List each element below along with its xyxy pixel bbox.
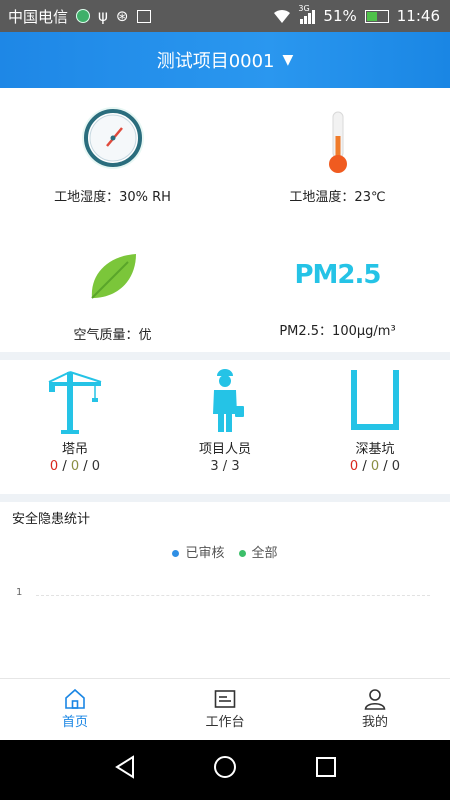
pm25-card: PM2.5 PM2.5：100μg/m³ [225,244,450,339]
tower-crane-label: 塔吊 [61,442,88,457]
project-personnel-counts: 3 / 3 [210,459,240,474]
chart-legend: 已审核 全部 [0,542,450,561]
tab-home[interactable]: 首页 [0,679,150,741]
humidity-card: 工地湿度：30% RH [0,102,225,205]
tower-crane-card[interactable]: 塔吊 0 / 0 / 0 [0,368,150,474]
chart-gridline [36,595,430,596]
home-icon [65,688,85,709]
tower-crane-icon [48,371,102,434]
safety-hazard-chart: 安全隐患统计 已审核 全部 1 [0,502,450,678]
image-icon [136,9,151,23]
signal-icon: 3G [298,4,316,24]
tab-mine[interactable]: 我的 [300,679,450,741]
divider [0,352,450,360]
air-quality-card: 空气质量：优 [0,244,225,343]
humidity-label: 工地湿度：30% RH [54,190,171,205]
temperature-label: 工地温度：23℃ [289,190,386,205]
leaf-icon [90,254,136,299]
deep-pit-label: 深基坑 [355,442,395,457]
equipment-panel: 塔吊 0 / 0 / 0 项目人员 3 / 3 深基坑 0 / 0 / 0 [0,360,450,494]
thermometer-icon [328,111,347,173]
temperature-card: 工地温度：23℃ [225,102,450,205]
project-title: 测试项目0001 [156,51,275,72]
system-navigation-bar [0,740,450,800]
chart-title: 安全隐患统计 [12,512,91,527]
workbench-icon [214,690,236,708]
battery-icon [364,9,389,23]
project-personnel-card[interactable]: 项目人员 3 / 3 [150,368,300,474]
tab-workbench[interactable]: 工作台 [150,679,300,741]
tower-crane-counts: 0 / 0 / 0 [49,459,101,474]
tab-workbench-label: 工作台 [205,715,245,730]
environment-panel: 工地湿度：30% RH 工地温度：23℃ 空气质量：优 PM2.5 PM2.5：… [0,88,450,352]
clock: 11:46 [396,7,440,25]
battery-percent: 51% [323,7,357,25]
divider [0,494,450,502]
humidity-gauge-icon [81,107,144,169]
android-debug-icon: ⊛ [115,7,129,25]
y-tick-label: 1 [16,587,23,598]
project-selector[interactable]: 测试项目0001 ▼ [0,32,450,88]
air-quality-label: 空气质量：优 [73,328,152,343]
network-type: 3G [298,4,310,13]
pm25-logo-icon: PM2.5 [294,260,382,290]
tab-mine-label: 我的 [361,715,388,730]
app-notification-icon [76,9,91,23]
dropdown-caret-icon: ▼ [282,52,294,68]
worker-icon [213,369,244,432]
user-icon [364,689,386,710]
tab-home-label: 首页 [61,715,88,730]
legend-item-all[interactable]: 全部 [238,542,278,561]
recents-icon[interactable] [313,754,339,780]
project-personnel-label: 项目人员 [198,442,251,457]
usb-icon: ψ [98,7,108,25]
deep-pit-card[interactable]: 深基坑 0 / 0 / 0 [300,368,450,474]
deep-pit-counts: 0 / 0 / 0 [349,459,401,474]
bottom-tab-bar: 首页 工作台 我的 [0,678,450,741]
pm25-label: PM2.5：100μg/m³ [279,324,396,339]
wifi-icon [274,9,291,23]
legend-item-reviewed[interactable]: 已审核 [172,542,225,561]
back-icon[interactable] [113,754,139,780]
deep-pit-icon [351,370,399,430]
home-circle-icon[interactable] [212,754,238,780]
status-bar: 中国电信 ψ ⊛ 3G 51% 11:46 [0,0,450,32]
carrier-name: 中国电信 [8,7,69,26]
